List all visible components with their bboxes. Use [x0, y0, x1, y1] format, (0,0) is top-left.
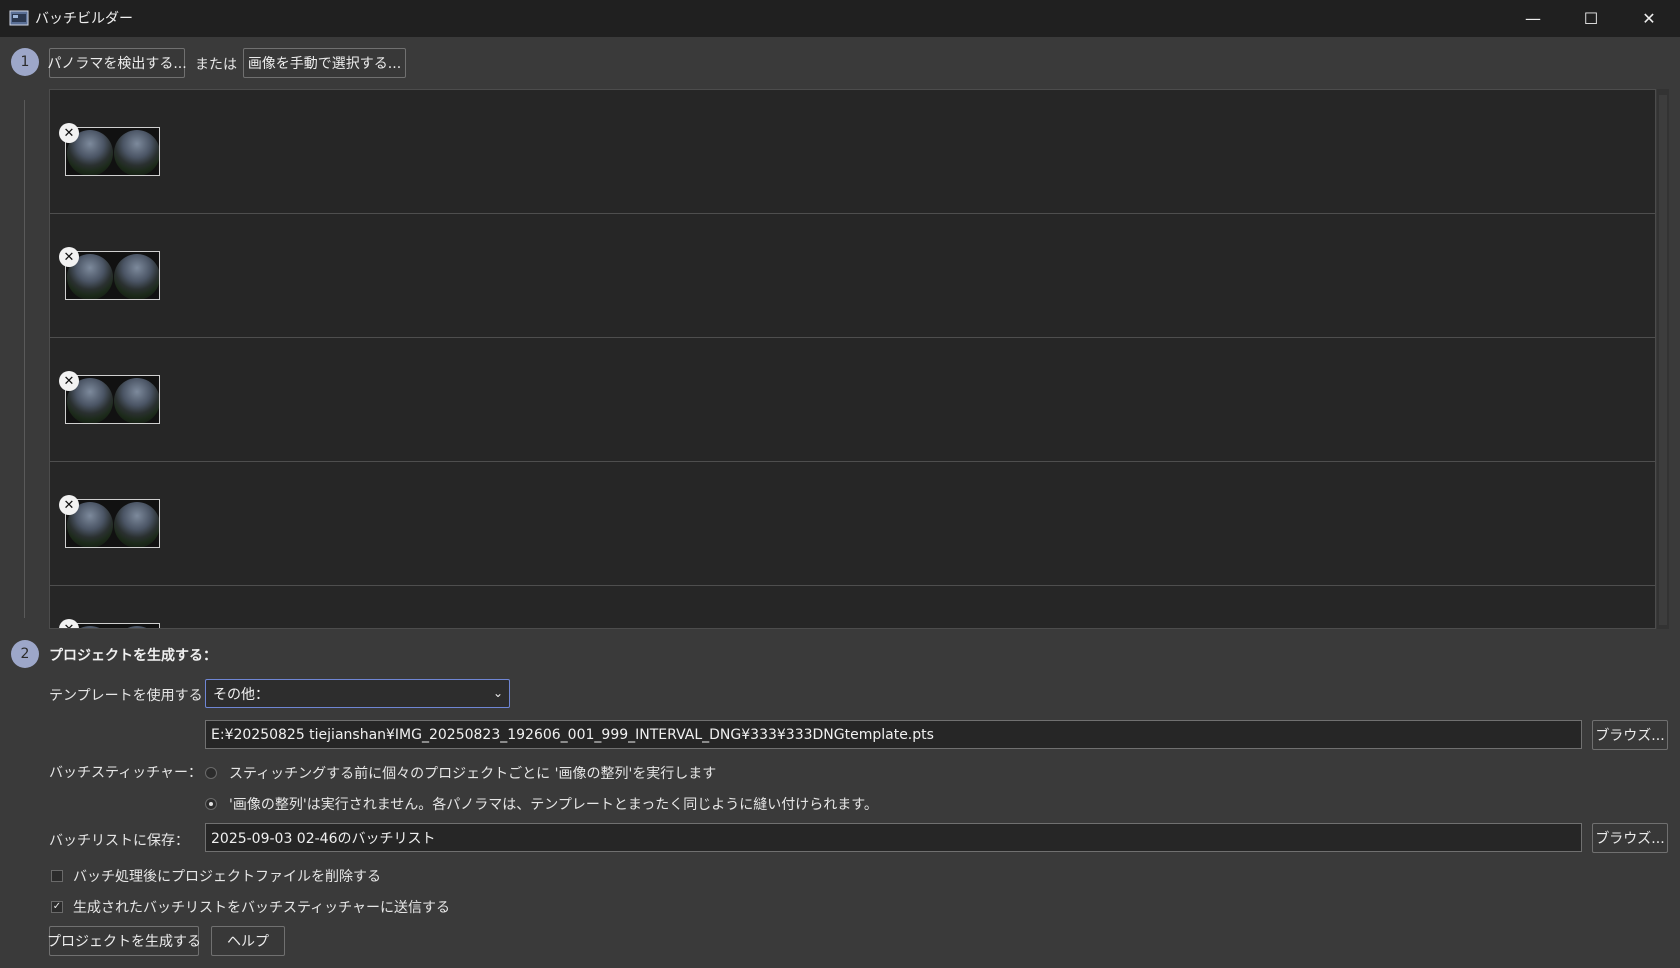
remove-panorama-icon[interactable]: ✕: [59, 123, 79, 143]
checkbox-send-to-stitcher[interactable]: ✓ 生成されたバッチリストをバッチスティッチャーに送信する: [51, 897, 450, 917]
browse-template-button[interactable]: ブラウズ...: [1592, 720, 1668, 750]
title-bar: バッチビルダー — ☐ ✕: [0, 0, 1680, 37]
fisheye-image-right: [114, 626, 159, 628]
panorama-row[interactable]: ✕: [50, 462, 1655, 586]
minimize-icon[interactable]: —: [1504, 0, 1562, 37]
app-icon: [9, 10, 29, 26]
fisheye-image-right: [114, 254, 159, 299]
checkbox-unchecked[interactable]: [51, 870, 63, 882]
fisheye-image-right: [114, 130, 159, 175]
panorama-row[interactable]: ✕: [50, 338, 1655, 462]
generate-project-heading: プロジェクトを生成する：: [49, 648, 217, 664]
step-2-badge: 2: [11, 640, 39, 668]
step-1-badge: 1: [11, 48, 39, 76]
select-images-manually-button[interactable]: 画像を手動で選択する...: [243, 48, 406, 78]
template-select[interactable]: その他： ⌄: [205, 679, 510, 708]
radio-no-align[interactable]: '画像の整列'は実行されません。各パノラマは、テンプレートとまったく同じように縫…: [205, 794, 878, 814]
panorama-row[interactable]: ✕: [50, 586, 1655, 628]
browse-batch-list-button[interactable]: ブラウズ...: [1592, 823, 1668, 853]
batch-stitcher-label: バッチスティッチャー：: [49, 765, 203, 781]
panorama-list[interactable]: ✕ ✕ ✕ ✕ ✕: [49, 89, 1656, 629]
panorama-thumbnail: [65, 375, 160, 424]
panorama-row[interactable]: ✕: [50, 90, 1655, 214]
panorama-thumbnail: [65, 623, 160, 628]
or-label: または: [195, 57, 237, 73]
generate-projects-button[interactable]: プロジェクトを生成する: [47, 926, 201, 956]
fisheye-image-right: [114, 502, 159, 547]
panorama-list-scrollbar[interactable]: [1657, 89, 1669, 629]
checkbox-delete-label: バッチ処理後にプロジェクトファイルを削除する: [73, 869, 381, 885]
remove-panorama-icon[interactable]: ✕: [59, 619, 79, 628]
close-icon[interactable]: ✕: [1620, 0, 1678, 37]
radio-button-checked[interactable]: [205, 798, 217, 810]
help-button[interactable]: ヘルプ: [211, 926, 285, 956]
template-path-value: E:¥20250825 tiejianshan¥IMG_20250823_192…: [211, 726, 934, 743]
remove-panorama-icon[interactable]: ✕: [59, 371, 79, 391]
radio-button-unchecked[interactable]: [205, 767, 217, 779]
chevron-down-icon: ⌄: [492, 686, 503, 700]
panorama-thumbnail: [65, 127, 160, 176]
radio-align-images-label: スティッチングする前に個々のプロジェクトごとに '画像の整列'を実行します: [229, 766, 717, 782]
fisheye-image-right: [114, 378, 159, 423]
template-path-input[interactable]: E:¥20250825 tiejianshan¥IMG_20250823_192…: [205, 720, 1582, 749]
checkbox-send-label: 生成されたバッチリストをバッチスティッチャーに送信する: [73, 900, 451, 916]
panorama-row[interactable]: ✕: [50, 214, 1655, 338]
maximize-icon[interactable]: ☐: [1562, 0, 1620, 37]
step-connector-line: [24, 100, 25, 618]
detect-panoramas-button[interactable]: パノラマを検出する...: [47, 48, 187, 78]
window-title: バッチビルダー: [35, 11, 133, 27]
panorama-thumbnail: [65, 251, 160, 300]
template-select-value: その他：: [213, 686, 269, 703]
radio-no-align-label: '画像の整列'は実行されません。各パノラマは、テンプレートとまったく同じように縫…: [229, 797, 878, 813]
save-batch-list-label: バッチリストに保存：: [49, 833, 189, 849]
radio-align-images[interactable]: スティッチングする前に個々のプロジェクトごとに '画像の整列'を実行します: [205, 763, 716, 783]
checkmark-icon[interactable]: ✓: [51, 901, 63, 913]
checkbox-delete-project-files[interactable]: バッチ処理後にプロジェクトファイルを削除する: [51, 866, 381, 886]
template-label: テンプレートを使用する：: [49, 688, 217, 704]
batch-list-name-input[interactable]: 2025-09-03 02-46のバッチリスト: [205, 823, 1582, 852]
panorama-thumbnail: [65, 499, 160, 548]
remove-panorama-icon[interactable]: ✕: [59, 247, 79, 267]
scrollbar-thumb[interactable]: [1659, 95, 1667, 625]
batch-list-name-value: 2025-09-03 02-46のバッチリスト: [211, 830, 436, 847]
remove-panorama-icon[interactable]: ✕: [59, 495, 79, 515]
